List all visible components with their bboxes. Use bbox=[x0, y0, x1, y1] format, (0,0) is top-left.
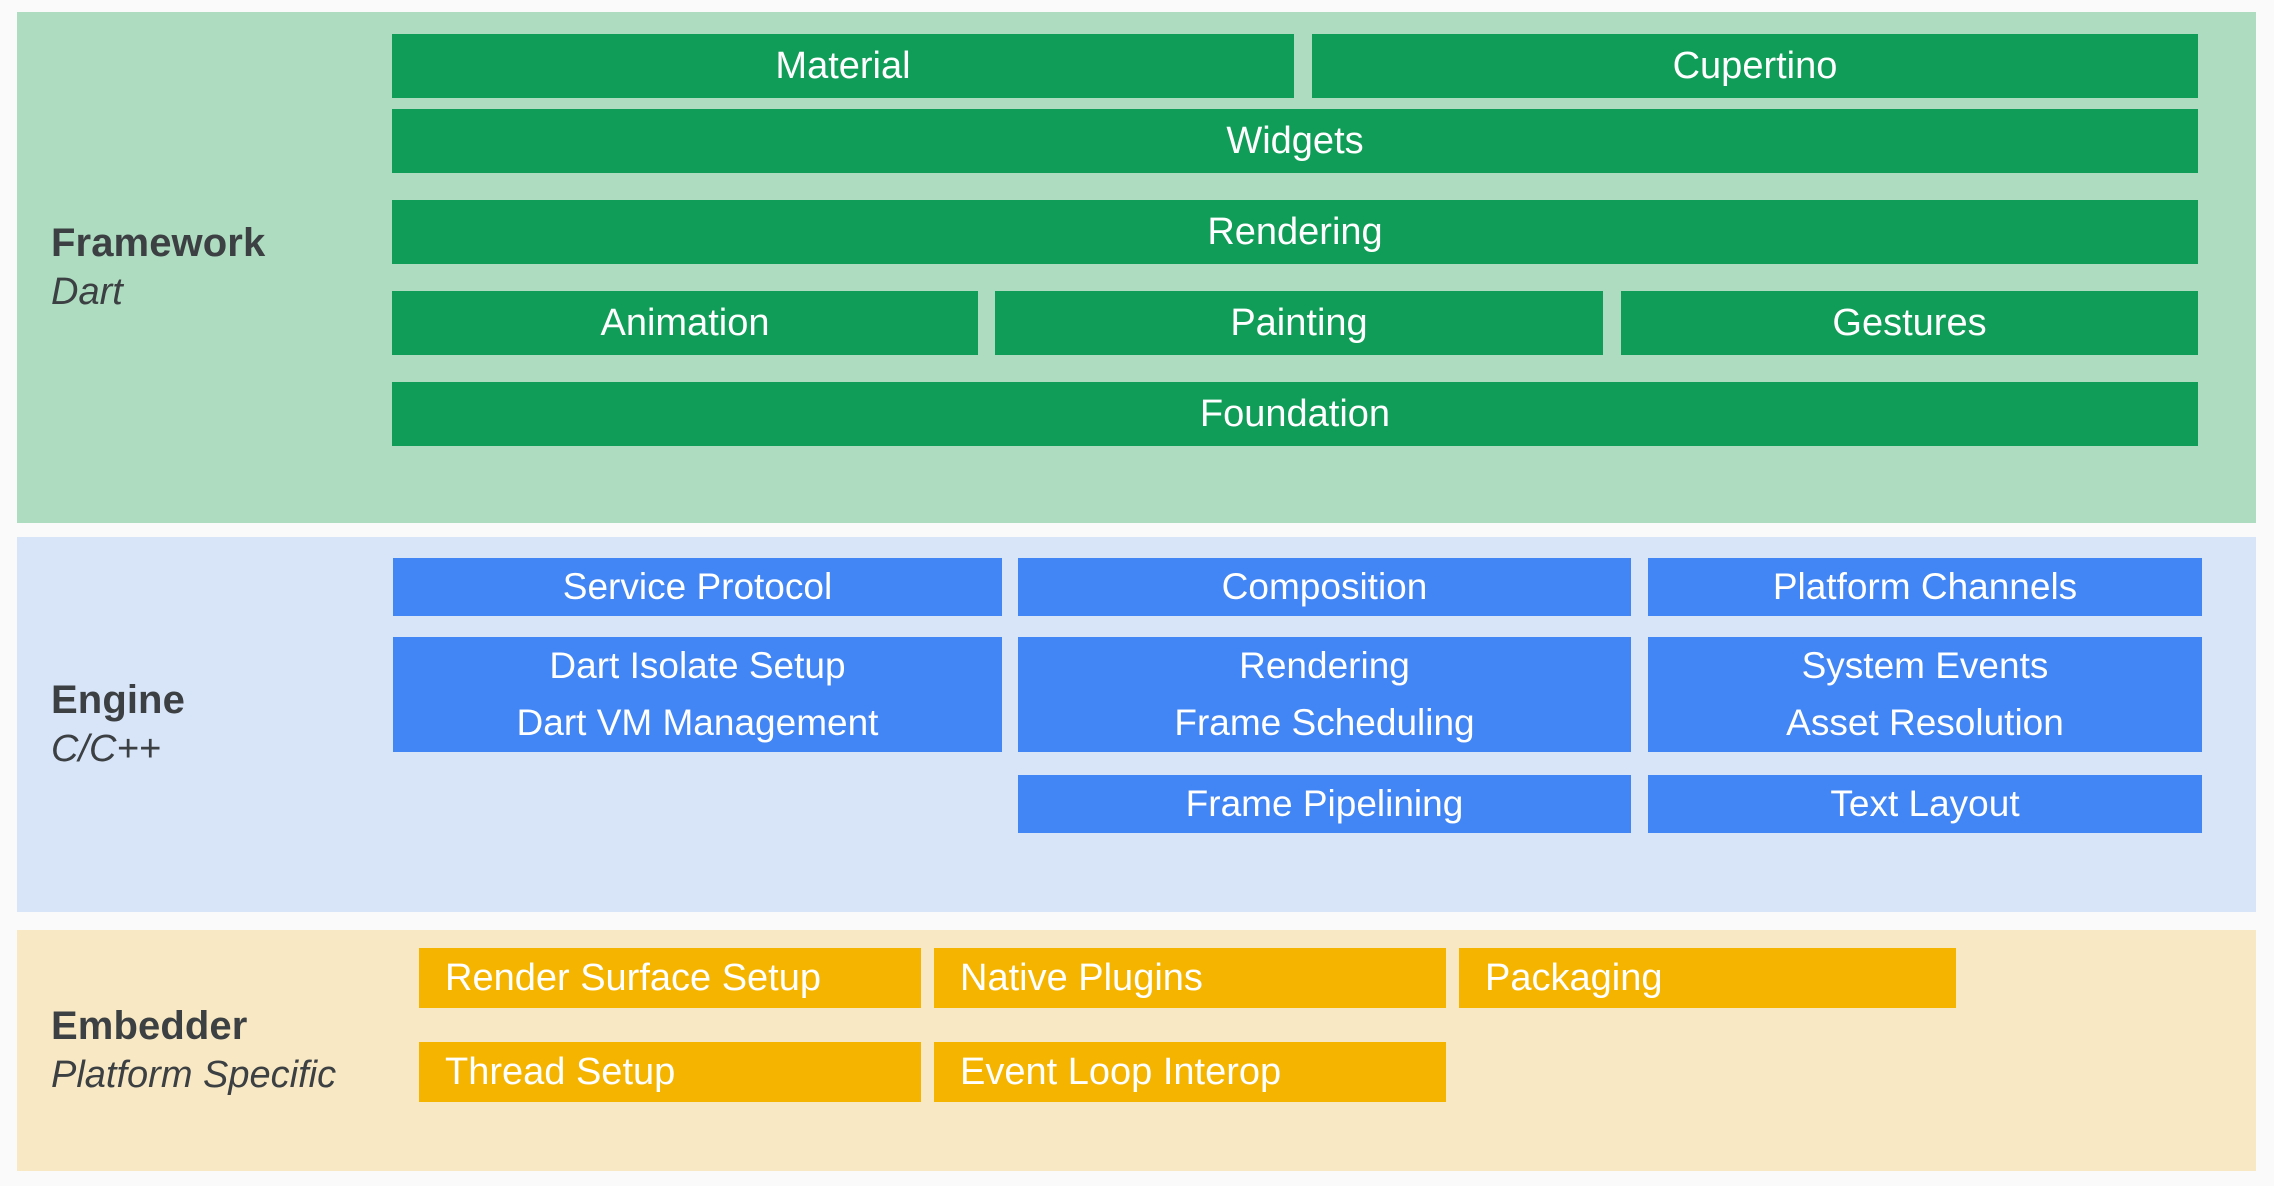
engine-layer: Engine C/C++ Service Protocol Dart Isola… bbox=[17, 537, 2256, 912]
framework-box-widgets[interactable]: Widgets bbox=[392, 109, 2198, 173]
embedder-layer-body: Render Surface Setup Native Plugins Pack… bbox=[419, 930, 2256, 1171]
engine-box-dart-isolate-setup[interactable]: Dart Isolate Setup bbox=[393, 637, 1002, 695]
framework-subtitle: Dart bbox=[51, 270, 123, 313]
framework-box-cupertino[interactable]: Cupertino bbox=[1312, 34, 2198, 98]
embedder-layer-label: Embedder Platform Specific bbox=[17, 930, 419, 1171]
framework-box-animation[interactable]: Animation bbox=[392, 291, 978, 355]
framework-layer-body: Material Cupertino Widgets Rendering Ani… bbox=[374, 12, 2256, 523]
framework-box-rendering[interactable]: Rendering bbox=[392, 200, 2198, 264]
embedder-box-render-surface-setup[interactable]: Render Surface Setup bbox=[419, 948, 921, 1008]
engine-box-frame-scheduling[interactable]: Frame Scheduling bbox=[1018, 694, 1631, 752]
framework-box-foundation[interactable]: Foundation bbox=[392, 382, 2198, 446]
framework-box-material[interactable]: Material bbox=[392, 34, 1294, 98]
engine-box-text-layout[interactable]: Text Layout bbox=[1648, 775, 2202, 833]
engine-layer-label: Engine C/C++ bbox=[17, 537, 374, 912]
embedder-box-native-plugins[interactable]: Native Plugins bbox=[934, 948, 1446, 1008]
engine-box-system-events[interactable]: System Events bbox=[1648, 637, 2202, 695]
embedder-layer: Embedder Platform Specific Render Surfac… bbox=[17, 930, 2256, 1171]
framework-title: Framework bbox=[51, 221, 266, 266]
engine-box-service-protocol[interactable]: Service Protocol bbox=[393, 558, 1002, 616]
engine-title: Engine bbox=[51, 678, 185, 723]
engine-layer-body: Service Protocol Dart Isolate Setup Dart… bbox=[374, 537, 2256, 912]
flutter-architecture-diagram: Framework Dart Material Cupertino Widget… bbox=[0, 0, 2274, 1186]
framework-box-gestures[interactable]: Gestures bbox=[1621, 291, 2198, 355]
engine-box-frame-pipelining[interactable]: Frame Pipelining bbox=[1018, 775, 1631, 833]
engine-box-dart-vm-management[interactable]: Dart VM Management bbox=[393, 694, 1002, 752]
engine-box-rendering[interactable]: Rendering bbox=[1018, 637, 1631, 695]
framework-box-painting[interactable]: Painting bbox=[995, 291, 1603, 355]
engine-box-composition[interactable]: Composition bbox=[1018, 558, 1631, 616]
engine-box-platform-channels[interactable]: Platform Channels bbox=[1648, 558, 2202, 616]
embedder-box-packaging[interactable]: Packaging bbox=[1459, 948, 1956, 1008]
embedder-title: Embedder bbox=[51, 1004, 248, 1049]
engine-box-asset-resolution[interactable]: Asset Resolution bbox=[1648, 694, 2202, 752]
engine-subtitle: C/C++ bbox=[51, 727, 161, 770]
embedder-box-thread-setup[interactable]: Thread Setup bbox=[419, 1042, 921, 1102]
embedder-subtitle: Platform Specific bbox=[51, 1053, 337, 1096]
framework-layer-label: Framework Dart bbox=[17, 12, 374, 523]
embedder-box-event-loop-interop[interactable]: Event Loop Interop bbox=[934, 1042, 1446, 1102]
framework-layer: Framework Dart Material Cupertino Widget… bbox=[17, 12, 2256, 523]
